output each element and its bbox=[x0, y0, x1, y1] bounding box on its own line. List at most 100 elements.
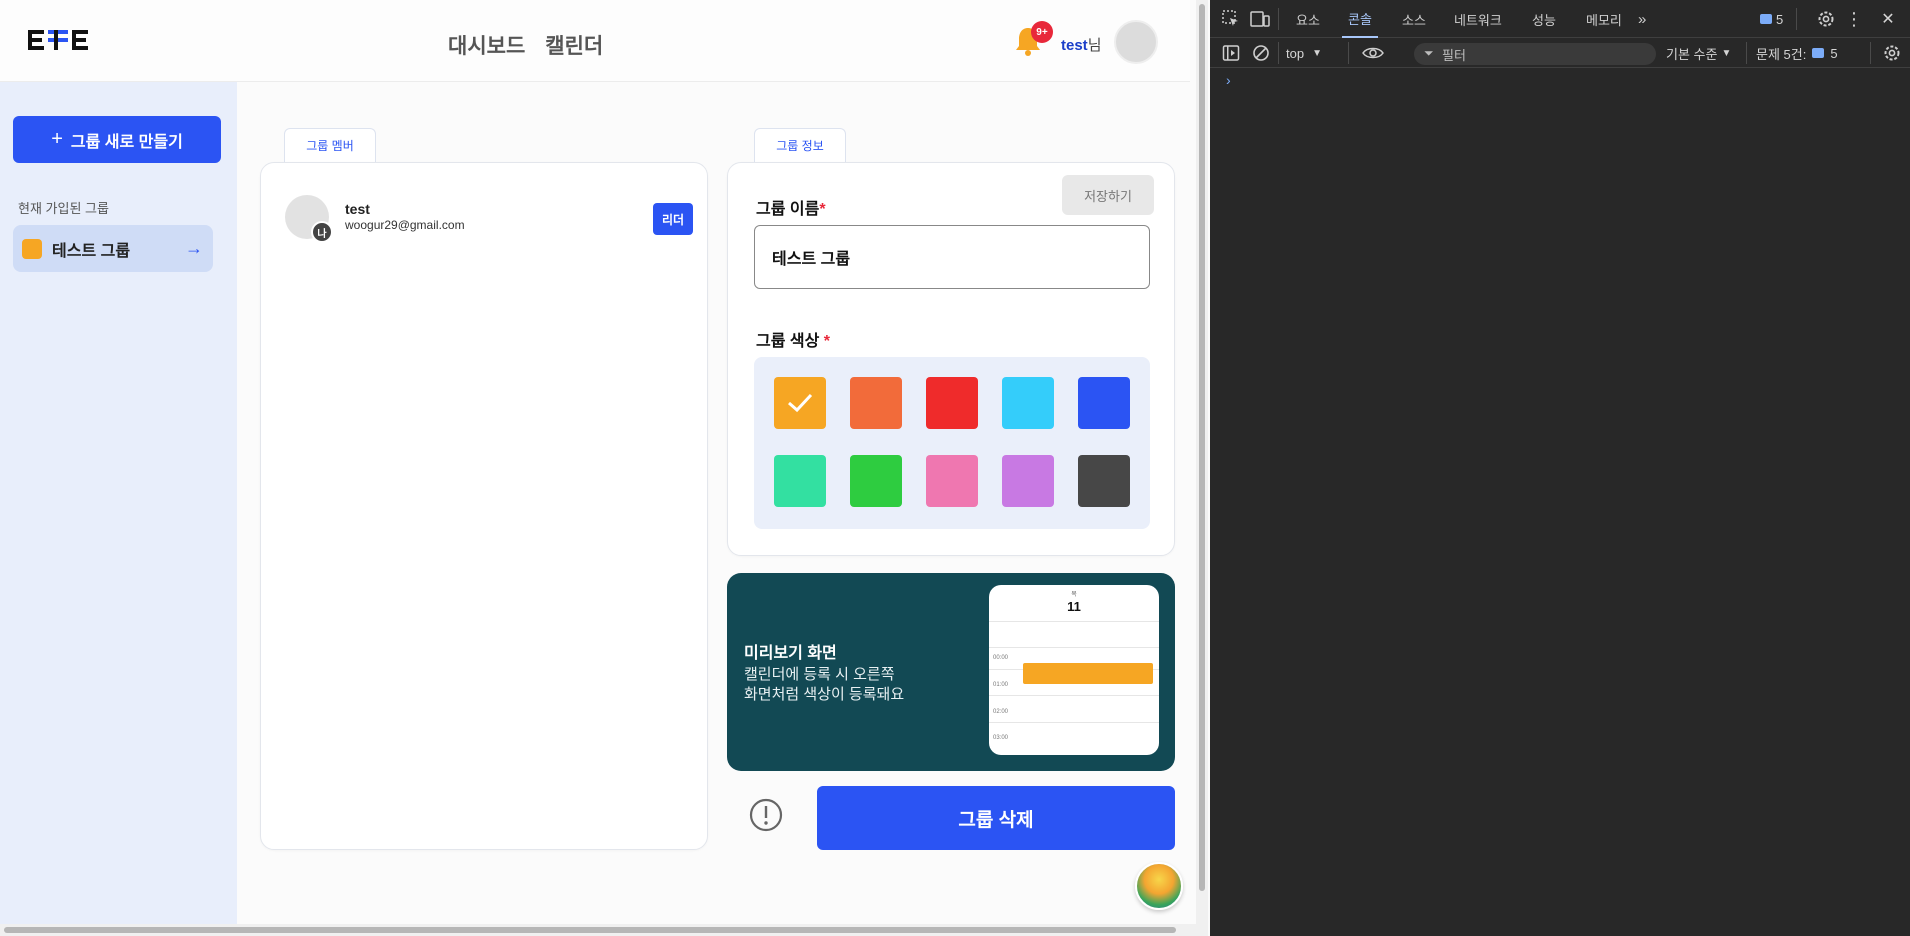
vertical-scroll-thumb[interactable] bbox=[1199, 4, 1205, 891]
group-color-label-text: 그룹 색상 bbox=[756, 333, 820, 350]
color-swatch-purple[interactable] bbox=[1002, 455, 1054, 507]
user-avatar[interactable] bbox=[1114, 20, 1158, 64]
console-toolbar: top ▼ ⏷ 필터 기본 수준 ▼ 문제 5건: 5 bbox=[1210, 38, 1910, 68]
color-palette bbox=[754, 357, 1150, 529]
save-button[interactable]: 저장하기 bbox=[1062, 175, 1154, 215]
preview-date: 11 bbox=[1067, 599, 1081, 614]
group-color-label: 그룹 색상 * bbox=[756, 327, 830, 351]
filter-placeholder: 필터 bbox=[1442, 47, 1466, 63]
console-prompt[interactable]: › bbox=[1226, 72, 1231, 88]
arrow-right-icon: → bbox=[185, 238, 203, 258]
issues-summary-count: 5 bbox=[1830, 45, 1838, 61]
color-preview-card: 미리보기 화면 캘린더에 등록 시 오른쪽 화면처럼 색상이 등록돼요 목 11… bbox=[727, 573, 1175, 771]
issues-badge[interactable]: 5 bbox=[1760, 10, 1783, 28]
new-group-button[interactable]: + 그룹 새로 만들기 bbox=[13, 116, 221, 163]
color-swatch-blue[interactable] bbox=[1078, 377, 1130, 429]
settings-gear-icon[interactable] bbox=[1816, 9, 1836, 29]
clear-console-icon[interactable] bbox=[1252, 44, 1270, 62]
tab-group-members[interactable]: 그룹 멤버 bbox=[284, 128, 376, 162]
filter-funnel-icon: ⏷ bbox=[1424, 46, 1434, 60]
preview-description-line: 화면처럼 색상이 등록돼요 bbox=[744, 685, 905, 703]
devtools-tab-sources[interactable]: 소스 bbox=[1402, 0, 1426, 38]
more-tabs-chevron-icon[interactable]: » bbox=[1638, 0, 1646, 38]
group-members-panel: 나 test woogur29@gmail.com 리더 bbox=[260, 162, 708, 850]
devtools-tab-performance[interactable]: 성능 bbox=[1532, 0, 1556, 38]
main-nav: 대시보드 캘린더 bbox=[448, 30, 603, 60]
app-window: 대시보드 캘린더 9+ test님 + 그룹 새로 만들기 현재 가입된 그룹 … bbox=[0, 0, 1208, 936]
preview-time: 03:00 bbox=[993, 735, 1009, 741]
console-filter-input[interactable]: ⏷ 필터 bbox=[1414, 43, 1656, 65]
device-toolbar-icon[interactable] bbox=[1250, 10, 1270, 28]
preview-time: 01:00 bbox=[993, 682, 1009, 688]
devtools-tab-memory[interactable]: 메모리 bbox=[1586, 0, 1622, 38]
more-options-kebab-icon[interactable]: ⋮ bbox=[1845, 8, 1863, 30]
sidebar-group-label: 테스트 그룹 bbox=[52, 242, 131, 260]
floating-assistant-icon[interactable] bbox=[1135, 862, 1183, 910]
preview-event-bar bbox=[1023, 663, 1153, 684]
devtools-tab-console[interactable]: 콘솔 bbox=[1342, 0, 1378, 38]
color-swatch-green[interactable] bbox=[850, 455, 902, 507]
horizontal-scroll-thumb[interactable] bbox=[4, 927, 1176, 933]
sidebar: + 그룹 새로 만들기 현재 가입된 그룹 테스트 그룹 → bbox=[0, 82, 237, 928]
group-color-swatch bbox=[22, 238, 42, 259]
color-swatch-red[interactable] bbox=[926, 377, 978, 429]
toolbar-separator bbox=[1348, 42, 1349, 64]
nav-dashboard-link[interactable]: 대시보드 bbox=[448, 30, 525, 60]
log-level-selector[interactable]: 기본 수준 ▼ bbox=[1666, 43, 1731, 63]
issues-badge-count: 5 bbox=[1776, 11, 1784, 27]
delete-group-button[interactable]: 그룹 삭제 bbox=[817, 786, 1175, 850]
devtools-tab-network[interactable]: 네트워크 bbox=[1454, 0, 1502, 38]
context-value: top bbox=[1286, 45, 1305, 61]
toolbar-separator bbox=[1746, 42, 1747, 64]
preview-gridline bbox=[989, 722, 1159, 723]
tab-group-info[interactable]: 그룹 정보 bbox=[754, 128, 846, 162]
color-swatch-charcoal[interactable] bbox=[1078, 455, 1130, 507]
sidebar-group-item[interactable]: 테스트 그룹 → bbox=[13, 225, 213, 272]
required-mark: * bbox=[819, 201, 826, 218]
new-group-label: 그룹 새로 만들기 bbox=[70, 133, 183, 151]
context-selector[interactable]: top ▼ bbox=[1286, 43, 1322, 63]
message-icon bbox=[1812, 48, 1825, 58]
nav-calendar-link[interactable]: 캘린더 bbox=[545, 30, 603, 60]
devtools-tab-bar: 요소 콘솔 소스 네트워크 성능 메모리 » 5 ⋮ ✕ bbox=[1210, 0, 1910, 38]
color-swatch-pink[interactable] bbox=[926, 455, 978, 507]
user-greeting[interactable]: test님 bbox=[1061, 34, 1102, 55]
preview-gridline bbox=[989, 647, 1159, 648]
devtools-tab-elements[interactable]: 요소 bbox=[1296, 0, 1320, 38]
preview-time: 00:00 bbox=[993, 655, 1009, 661]
toolbar-separator bbox=[1870, 42, 1871, 64]
me-badge: 나 bbox=[311, 221, 333, 243]
toolbar-separator bbox=[1796, 8, 1797, 30]
console-settings-gear-icon[interactable] bbox=[1882, 43, 1902, 63]
color-swatch-sky[interactable] bbox=[1002, 377, 1054, 429]
joined-groups-caption: 현재 가입된 그룹 bbox=[18, 201, 109, 216]
log-level-value: 기본 수준 bbox=[1666, 46, 1718, 62]
toolbar-separator bbox=[1278, 42, 1279, 64]
color-swatch-coral[interactable] bbox=[850, 377, 902, 429]
group-name-label-text: 그룹 이름 bbox=[756, 201, 820, 218]
plus-icon: + bbox=[51, 128, 63, 150]
live-expression-eye-icon[interactable] bbox=[1362, 45, 1384, 61]
member-list-item: 나 test woogur29@gmail.com 리더 bbox=[285, 195, 693, 243]
issues-summary-label: 문제 5건: bbox=[1756, 46, 1807, 62]
color-swatch-mint[interactable] bbox=[774, 455, 826, 507]
app-logo[interactable] bbox=[28, 28, 88, 52]
issues-summary[interactable]: 문제 5건: 5 bbox=[1756, 43, 1838, 63]
notification-count-badge: 9+ bbox=[1031, 21, 1053, 43]
group-name-input[interactable]: 테스트 그룹 bbox=[754, 225, 1150, 289]
preview-description-line: 캘린더에 등록 시 오른쪽 bbox=[744, 666, 895, 683]
group-info-panel: 저장하기 그룹 이름* 테스트 그룹 그룹 색상 * bbox=[727, 162, 1175, 556]
calendar-preview: 목 11 00:00 01:00 02:00 03:00 bbox=[989, 585, 1159, 755]
preview-description: 캘린더에 등록 시 오른쪽 화면처럼 색상이 등록돼요 bbox=[744, 665, 904, 704]
dropdown-caret-icon: ▼ bbox=[1721, 47, 1732, 59]
preview-title: 미리보기 화면 bbox=[744, 645, 837, 662]
close-devtools-icon[interactable]: ✕ bbox=[1878, 8, 1898, 30]
preview-gridline bbox=[989, 695, 1159, 696]
preview-day: 목 bbox=[1071, 592, 1077, 598]
sidebar-toggle-icon[interactable] bbox=[1222, 44, 1240, 62]
check-icon bbox=[788, 393, 813, 413]
inspect-element-icon[interactable] bbox=[1222, 10, 1240, 28]
color-swatch-orange-selected[interactable] bbox=[774, 377, 826, 429]
warning-info-icon[interactable] bbox=[749, 798, 783, 832]
devtools-panel: 요소 콘솔 소스 네트워크 성능 메모리 » 5 ⋮ ✕ top ▼ ⏷ 필터 … bbox=[1210, 0, 1910, 936]
